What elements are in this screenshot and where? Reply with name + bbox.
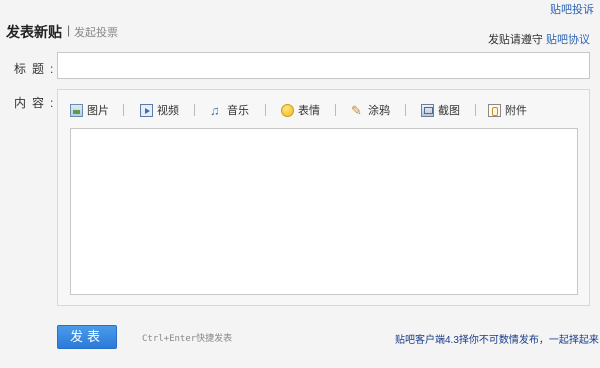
toolbar-music-button[interactable]: ♫ 音乐 bbox=[210, 100, 249, 120]
toolbar-label: 表情 bbox=[298, 105, 320, 117]
toolbar-label: 附件 bbox=[505, 105, 527, 117]
toolbar-image-button[interactable]: 图片 bbox=[70, 100, 109, 120]
smiley-icon bbox=[281, 103, 294, 117]
toolbar-divider bbox=[265, 104, 266, 116]
agreement-prefix: 发贴请遵守 bbox=[487, 34, 546, 46]
toolbar-doodle-button[interactable]: ✎ 涂鸦 bbox=[351, 100, 390, 120]
toolbar-divider bbox=[475, 104, 476, 116]
toolbar-screenshot-button[interactable]: 截图 bbox=[421, 100, 460, 120]
editor-panel: 图片 视频 ♫ 音乐 表情 ✎ 涂鸦 截图 附件 bbox=[57, 89, 590, 306]
content-label: 内容: bbox=[14, 96, 60, 110]
agreement-link[interactable]: 贴吧协议 bbox=[546, 34, 590, 46]
title-input[interactable] bbox=[57, 52, 590, 79]
attachment-icon bbox=[488, 103, 501, 117]
toolbar-label: 视频 bbox=[157, 105, 179, 117]
toolbar-divider bbox=[123, 104, 124, 116]
page-title: 发表新贴 bbox=[6, 24, 62, 40]
toolbar-emoticon-button[interactable]: 表情 bbox=[281, 100, 320, 120]
content-textarea[interactable] bbox=[70, 128, 578, 295]
screenshot-icon bbox=[421, 103, 434, 117]
toolbar-divider bbox=[335, 104, 336, 116]
toolbar-label: 截图 bbox=[438, 105, 460, 117]
title-separator: | bbox=[67, 23, 71, 37]
brush-icon: ✎ bbox=[351, 102, 362, 118]
start-vote-link[interactable]: 发起投票 bbox=[74, 24, 118, 40]
toolbar-divider bbox=[194, 104, 195, 116]
agreement-notice: 发贴请遵守 贴吧协议 bbox=[488, 31, 590, 47]
title-label: 标题: bbox=[14, 62, 60, 76]
music-icon: ♫ bbox=[210, 102, 220, 118]
toolbar-divider bbox=[405, 104, 406, 116]
editor-toolbar: 图片 视频 ♫ 音乐 表情 ✎ 涂鸦 截图 附件 bbox=[58, 100, 589, 120]
shortcut-hint: Ctrl+Enter快捷发表 bbox=[142, 334, 233, 344]
toolbar-label: 音乐 bbox=[227, 105, 249, 117]
submit-button[interactable]: 发表 bbox=[57, 325, 117, 349]
image-icon bbox=[70, 103, 83, 117]
toolbar-label: 涂鸦 bbox=[368, 105, 390, 117]
client-promo-link[interactable]: 贴吧客户端4.3择你不可数情发布，一起择起来 bbox=[395, 331, 599, 346]
video-icon bbox=[140, 103, 153, 117]
toolbar-attachment-button[interactable]: 附件 bbox=[488, 100, 527, 120]
toolbar-label: 图片 bbox=[87, 105, 109, 117]
toolbar-video-button[interactable]: 视频 bbox=[140, 100, 179, 120]
complaint-link[interactable]: 贴吧投诉 bbox=[550, 1, 594, 17]
